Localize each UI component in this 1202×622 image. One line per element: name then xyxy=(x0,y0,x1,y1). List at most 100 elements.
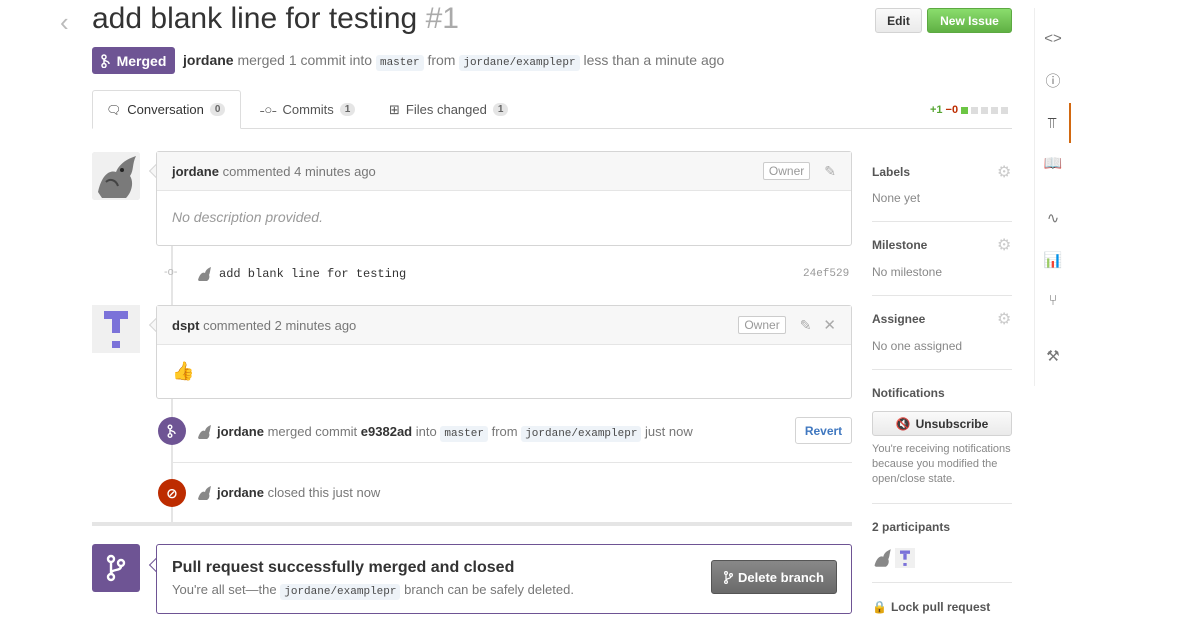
comment-header: dspt commented 2 minutes ago Owner ✎ ✕ xyxy=(157,306,851,345)
merged-box-text: You're all set—the jordane/examplepr bra… xyxy=(172,582,574,600)
sidebar-divider xyxy=(872,221,1012,222)
deletions-count: −0 xyxy=(945,104,959,116)
participant-avatar[interactable] xyxy=(872,548,892,568)
from-text: from xyxy=(427,52,456,68)
merge-icon xyxy=(167,424,176,438)
merged-big-icon xyxy=(92,544,140,592)
issues-icon[interactable]: ⓘ xyxy=(1035,60,1071,100)
comment-author[interactable]: dspt xyxy=(172,318,199,333)
diffstat-block xyxy=(981,106,989,114)
commit-node-icon: -o- xyxy=(164,266,178,278)
merge-event-text: jordane merged commit e9382ad into maste… xyxy=(217,424,693,442)
dragon-avatar-icon xyxy=(198,486,211,500)
network-icon[interactable]: ⑂ xyxy=(1035,280,1071,320)
event-divider xyxy=(172,462,852,463)
pr-author-link[interactable]: jordane xyxy=(183,52,234,68)
commit-sha-link[interactable]: 24ef529 xyxy=(803,268,849,280)
participants-title: 2 participants xyxy=(872,520,951,534)
avatar[interactable] xyxy=(92,305,140,353)
comment-box: jordane commented 4 minutes ago Owner ✎ … xyxy=(156,151,852,246)
comment-author[interactable]: jordane xyxy=(172,164,219,179)
wiki-icon[interactable]: 📖 xyxy=(1035,143,1071,183)
owner-badge: Owner xyxy=(738,316,786,334)
identicon-avatar-icon xyxy=(895,548,915,568)
event-text: closed this just now xyxy=(267,485,381,500)
delete-branch-label: Delete branch xyxy=(738,569,824,585)
base-branch: master xyxy=(375,55,424,71)
pencil-icon[interactable]: ✎ xyxy=(800,317,812,334)
revert-button[interactable]: Revert xyxy=(795,417,852,444)
closed-event-icon: ⊘ xyxy=(158,479,186,507)
participant-avatar[interactable] xyxy=(895,548,915,568)
code-icon[interactable]: <> xyxy=(1035,18,1071,58)
event-author-avatar[interactable] xyxy=(196,424,212,440)
assignee-gear-icon[interactable]: ⚙ xyxy=(997,309,1011,329)
milestone-gear-icon[interactable]: ⚙ xyxy=(997,235,1011,255)
labels-title: Labels xyxy=(872,165,911,179)
lock-icon: 🔒 xyxy=(872,600,887,614)
labels-gear-icon[interactable]: ⚙ xyxy=(997,162,1011,182)
dragon-avatar-icon xyxy=(198,267,211,281)
pencil-icon[interactable]: ✎ xyxy=(824,163,836,180)
tab-files-changed[interactable]: ⊞ Files changed 1 xyxy=(389,90,509,129)
head-branch: jordane/examplepr xyxy=(459,55,580,71)
close-icon[interactable]: ✕ xyxy=(823,316,836,334)
comment-header: jordane commented 4 minutes ago Owner ✎ xyxy=(157,152,851,191)
avatar[interactable] xyxy=(92,152,140,200)
graphs-icon[interactable]: 📊 xyxy=(1035,240,1071,280)
new-issue-button[interactable]: New Issue xyxy=(927,8,1012,33)
conversation-icon: 🗨 xyxy=(106,102,122,117)
merged-box: Pull request successfully merged and clo… xyxy=(156,544,852,614)
comment-action: commented 2 minutes ago xyxy=(203,317,357,333)
dragon-avatar-icon xyxy=(92,152,140,200)
comment-box: dspt commented 2 minutes ago Owner ✎ ✕ 👍 xyxy=(156,305,852,399)
tab-label: Commits xyxy=(282,102,334,117)
milestone-title: Milestone xyxy=(872,238,928,252)
merged-text: branch can be safely deleted. xyxy=(404,582,574,597)
pr-number: #1 xyxy=(425,2,459,35)
head-branch: jordane/examplepr xyxy=(521,426,642,442)
page-title: add blank line for testing #1 xyxy=(92,2,459,36)
unsubscribe-button[interactable]: 🔇 Unsubscribe xyxy=(872,411,1012,436)
merged-text: You're all set—the xyxy=(172,582,277,597)
additions-count: +1 xyxy=(930,104,943,116)
merged-box-title: Pull request successfully merged and clo… xyxy=(172,559,515,576)
delete-branch-button[interactable]: Delete branch xyxy=(711,560,837,594)
settings-icon[interactable]: ⚒ xyxy=(1035,336,1071,376)
event-time: just now xyxy=(645,424,693,439)
pull-requests-icon[interactable]: ⫪ xyxy=(1035,103,1071,143)
sidebar-divider xyxy=(872,582,1012,583)
repo-nav: <> ⓘ ⫪ 📖 ∿ 📊 ⑂ ⚒ xyxy=(1034,8,1071,386)
event-text: merged commit xyxy=(267,424,358,439)
diffstat-block xyxy=(961,106,969,114)
event-author[interactable]: jordane xyxy=(217,485,264,500)
comment-action: commented 4 minutes ago xyxy=(222,163,376,179)
sidebar-divider xyxy=(872,369,1012,370)
commit-icon: ˗○˗ xyxy=(260,102,277,117)
state-label: Merged xyxy=(116,52,167,69)
lock-pull-request-link[interactable]: 🔒 Lock pull request xyxy=(872,600,990,614)
tab-commits[interactable]: ˗○˗ Commits 1 xyxy=(260,90,356,129)
back-chevron-icon[interactable]: ‹ xyxy=(60,9,80,35)
diffstat-block xyxy=(991,106,999,114)
identicon-avatar-icon xyxy=(92,305,140,353)
event-author-avatar[interactable] xyxy=(196,485,212,501)
edit-button[interactable]: Edit xyxy=(875,8,922,33)
event-author[interactable]: jordane xyxy=(217,424,264,439)
pulse-icon[interactable]: ∿ xyxy=(1035,198,1071,238)
commit-author-avatar[interactable] xyxy=(196,266,212,282)
mute-icon: 🔇 xyxy=(895,416,911,431)
notifications-title: Notifications xyxy=(872,386,945,400)
sidebar-divider xyxy=(872,295,1012,296)
time-text: less than a minute ago xyxy=(583,52,725,68)
tab-label: Files changed xyxy=(405,102,487,117)
tab-conversation[interactable]: 🗨 Conversation 0 xyxy=(92,90,241,129)
owner-badge: Owner xyxy=(762,162,811,180)
sidebar-divider xyxy=(872,503,1012,504)
commit-message-link[interactable]: add blank line for testing xyxy=(219,267,406,281)
assignee-title: Assignee xyxy=(872,312,926,326)
head-branch: jordane/examplepr xyxy=(280,584,401,600)
merge-text: merged 1 commit into xyxy=(237,52,373,68)
event-text: into xyxy=(415,424,437,439)
merge-commit-sha[interactable]: e9382ad xyxy=(361,424,412,439)
